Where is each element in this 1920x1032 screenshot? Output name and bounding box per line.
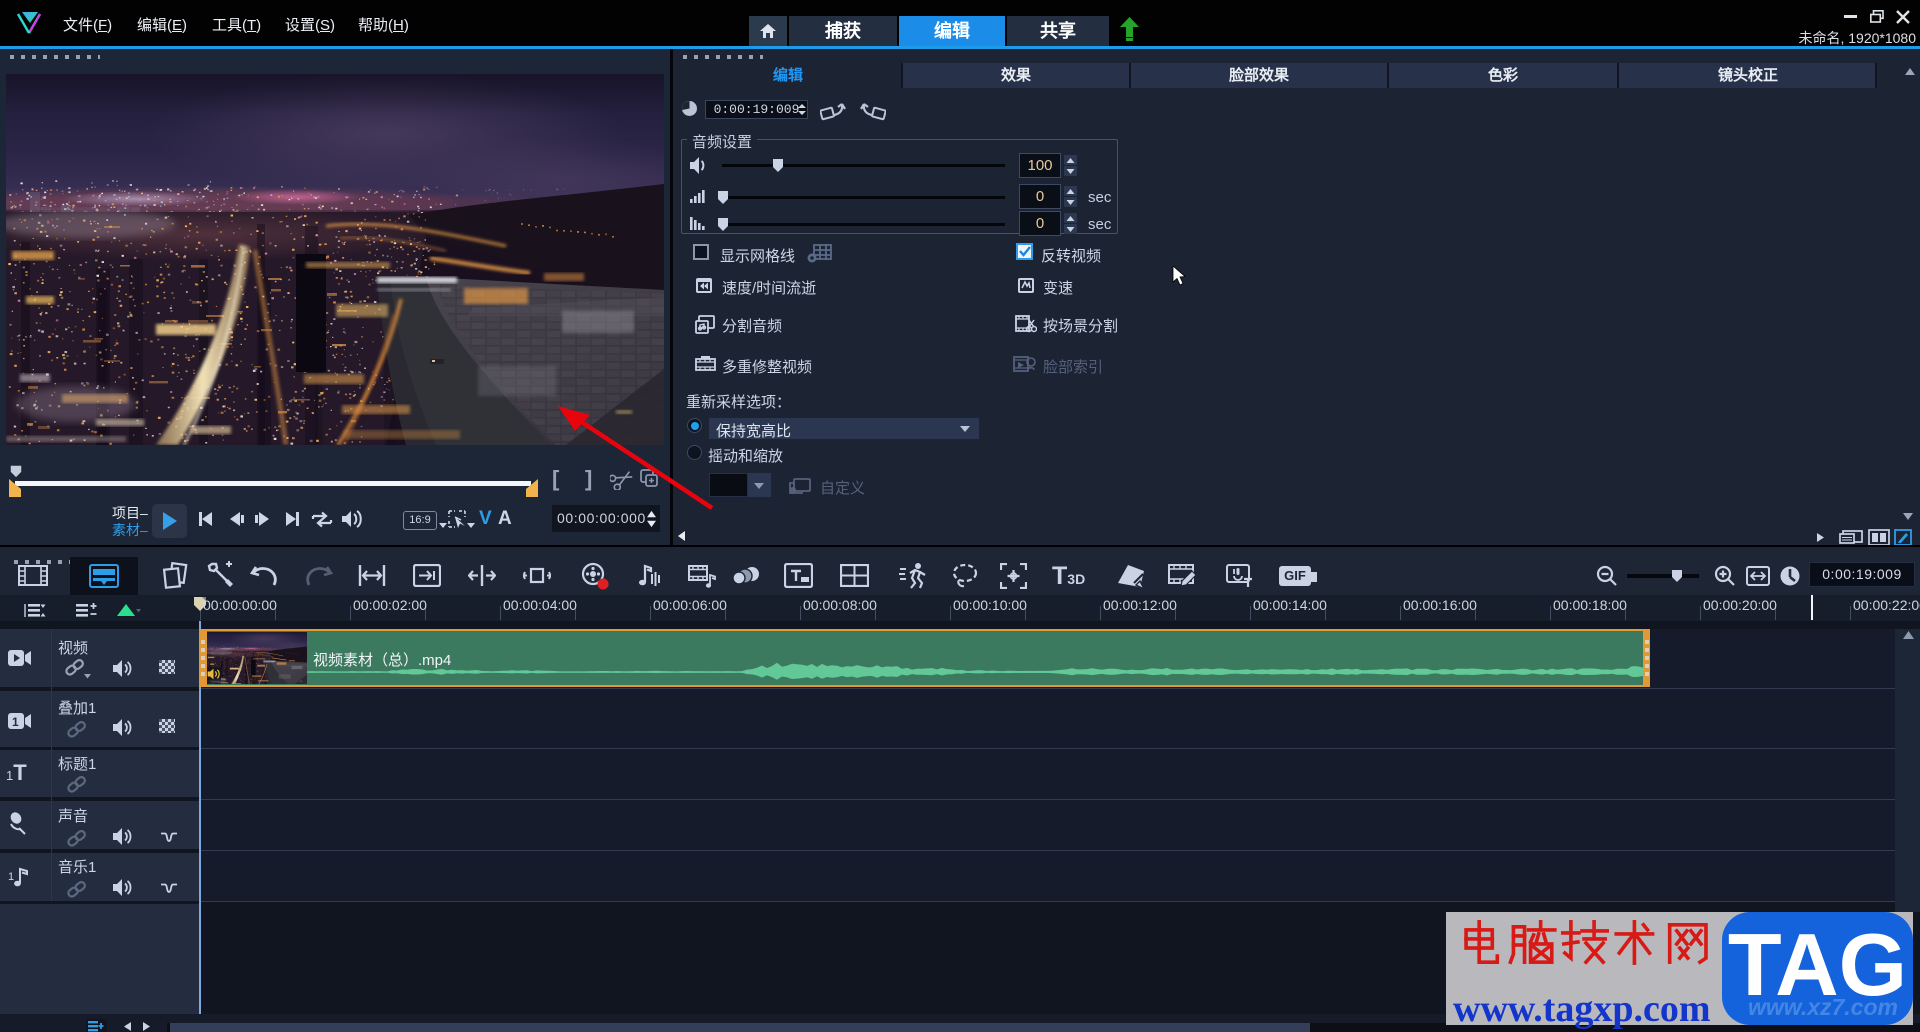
svg-text:1: 1 — [8, 871, 14, 883]
svg-text:1: 1 — [12, 715, 19, 729]
